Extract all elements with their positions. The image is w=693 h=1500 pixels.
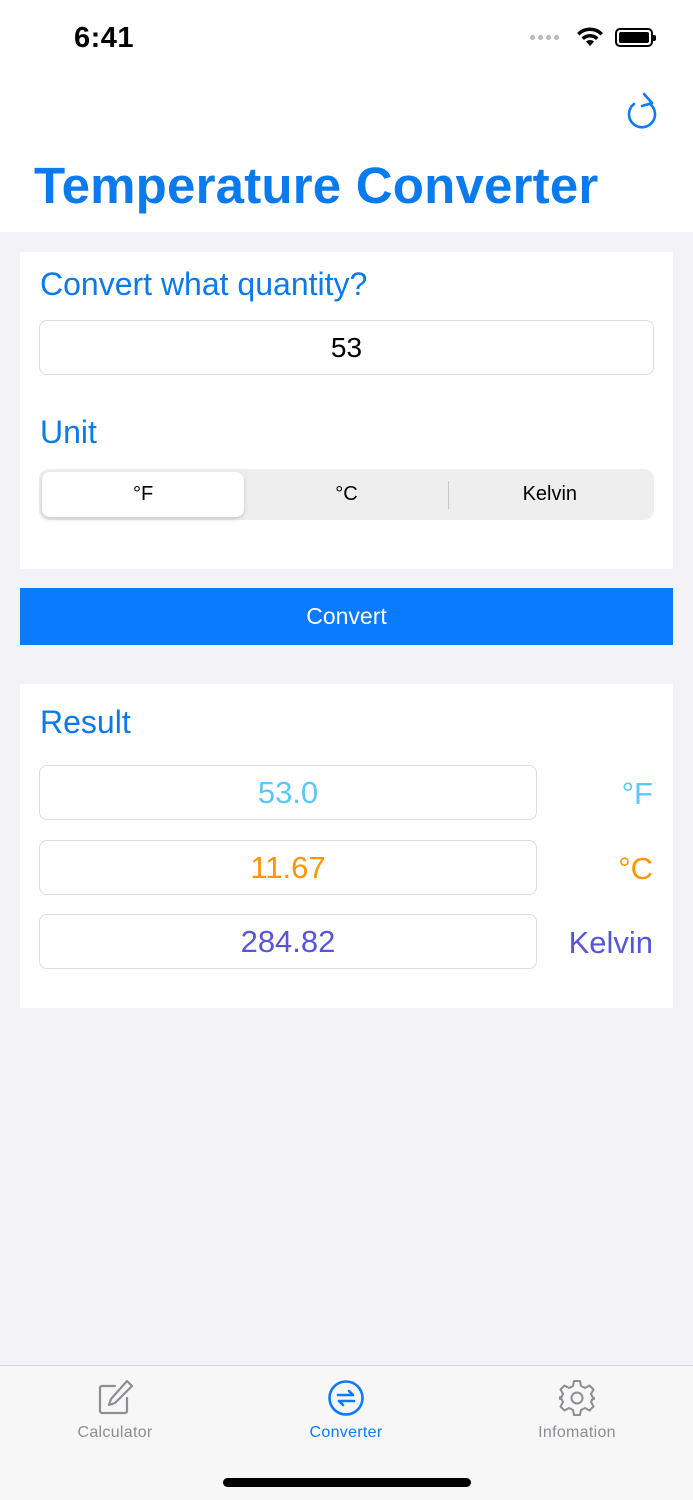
status-icons — [530, 26, 656, 48]
segment-kelvin[interactable]: Kelvin — [449, 472, 651, 517]
tab-calculator[interactable]: Calculator — [25, 1378, 205, 1442]
unit-segmented-control: °F °C Kelvin — [39, 469, 654, 520]
quantity-input[interactable] — [39, 320, 654, 375]
home-indicator — [223, 1478, 471, 1487]
result-fahrenheit-field[interactable]: 53.0 — [39, 765, 537, 820]
result-kelvin-field[interactable]: 284.82 — [39, 914, 537, 969]
segment-fahrenheit[interactable]: °F — [42, 472, 245, 517]
wifi-icon — [577, 27, 603, 46]
result-kelvin-unit: Kelvin — [568, 925, 653, 960]
refresh-button[interactable] — [624, 90, 662, 132]
result-celsius-field[interactable]: 11.67 — [39, 840, 537, 895]
refresh-icon — [627, 92, 657, 129]
battery-icon — [615, 27, 656, 47]
quantity-label: Convert what quantity? — [40, 266, 368, 302]
tab-label: Converter — [309, 1424, 383, 1441]
page-title: Temperature Converter — [34, 157, 599, 214]
cellular-signal-icon — [530, 34, 559, 40]
tab-converter[interactable]: Converter — [256, 1378, 436, 1442]
result-label: Result — [40, 704, 131, 740]
gear-icon — [559, 1380, 595, 1416]
status-time: 6:41 — [74, 22, 135, 54]
tab-label: Infomation — [538, 1424, 616, 1441]
tab-label: Calculator — [77, 1424, 153, 1441]
unit-label: Unit — [40, 414, 97, 450]
result-celsius-unit: °C — [618, 851, 653, 886]
arrows-circle-icon — [328, 1380, 364, 1416]
pencil-square-icon — [98, 1379, 134, 1415]
tab-information[interactable]: Infomation — [487, 1378, 667, 1442]
segment-celsius[interactable]: °C — [245, 472, 447, 517]
convert-button[interactable]: Convert — [20, 588, 673, 645]
result-fahrenheit-unit: °F — [621, 776, 653, 811]
